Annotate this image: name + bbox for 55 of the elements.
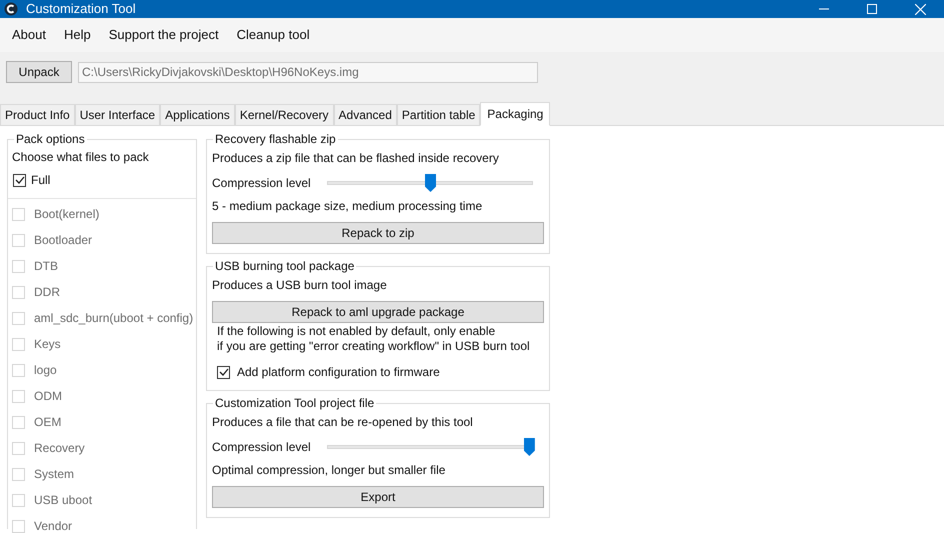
checkbox-label: Boot(kernel): [34, 206, 100, 223]
description-text: Produces a zip file that can be flashed inside recovery: [212, 150, 500, 166]
tab[interactable]: Applications: [160, 104, 235, 125]
checkbox-label: System: [34, 466, 74, 483]
tab[interactable]: Kernel/Recovery: [234, 104, 334, 125]
menu-item[interactable]: About: [3, 23, 55, 47]
menu-item[interactable]: Support the project: [100, 23, 228, 47]
checkbox-label: Vendor: [34, 518, 72, 533]
path-field[interactable]: C:\Users\RickyDivjakovski\Desktop\H96NoKeys.img: [78, 62, 538, 82]
action-button[interactable]: Repack to zip: [212, 222, 544, 244]
group-title: Customization Tool project file: [213, 396, 376, 410]
unpack-button[interactable]: Unpack: [6, 61, 72, 83]
group-description: Choose what files to pack: [12, 149, 150, 165]
description-text: Optimal compression, longer but smaller file: [212, 462, 446, 478]
action-button[interactable]: Repack to aml upgrade package: [212, 301, 544, 323]
slider-label: Compression level: [212, 439, 312, 456]
checkbox-label: USB uboot: [34, 492, 92, 509]
menu-item[interactable]: Cleanup tool: [228, 23, 319, 47]
checkbox-label: logo: [34, 362, 57, 379]
description-text: 5 - medium package size, medium processing time: [212, 198, 484, 214]
maximize-icon: [867, 4, 877, 14]
checkbox-label: aml_sdc_burn(uboot + config): [34, 310, 194, 327]
checkbox[interactable]: [13, 174, 26, 186]
app-logo-icon: [4, 2, 18, 16]
checkbox-label: Add platform configuration to firmware: [237, 364, 440, 381]
note-text: if you are getting "error creating workflow" in USB burn tool: [217, 340, 531, 353]
menu-item[interactable]: Help: [54, 23, 100, 47]
window-title: Customization Tool: [26, 0, 136, 18]
checkbox-label: Full: [31, 172, 50, 189]
checkbox-label: Bootloader: [34, 232, 92, 249]
tab[interactable]: Advanced: [334, 104, 397, 125]
tab[interactable]: Packaging: [480, 102, 550, 126]
checkbox-label: Keys: [34, 336, 61, 353]
checkbox[interactable]: [217, 366, 230, 378]
tab[interactable]: Partition table: [396, 104, 480, 125]
group-title: Pack options: [14, 132, 87, 146]
slider[interactable]: [327, 438, 533, 456]
slider[interactable]: [327, 174, 533, 192]
description-text: Produces a file that can be re-opened by this tool: [212, 414, 474, 430]
group-title: USB burning tool package: [213, 259, 356, 273]
action-button[interactable]: Export: [212, 486, 544, 508]
note-text: If the following is not enabled by default, only enable: [217, 325, 496, 338]
description-text: Produces a USB burn tool image: [212, 277, 388, 293]
checkbox-label: ODM: [34, 388, 62, 405]
checkbox-label: Recovery: [34, 440, 85, 457]
slider-label: Compression level: [212, 175, 312, 192]
slider-thumb[interactable]: [524, 438, 535, 456]
slider-thumb[interactable]: [425, 174, 436, 192]
group-title: Recovery flashable zip: [213, 132, 338, 146]
checkbox-label: DTB: [34, 258, 58, 275]
checkbox-label: DDR: [34, 284, 60, 301]
tab[interactable]: Product Info: [0, 104, 75, 125]
close-icon: [914, 4, 926, 14]
tab[interactable]: User Interface: [74, 104, 160, 125]
checkbox-label: OEM: [34, 414, 62, 431]
